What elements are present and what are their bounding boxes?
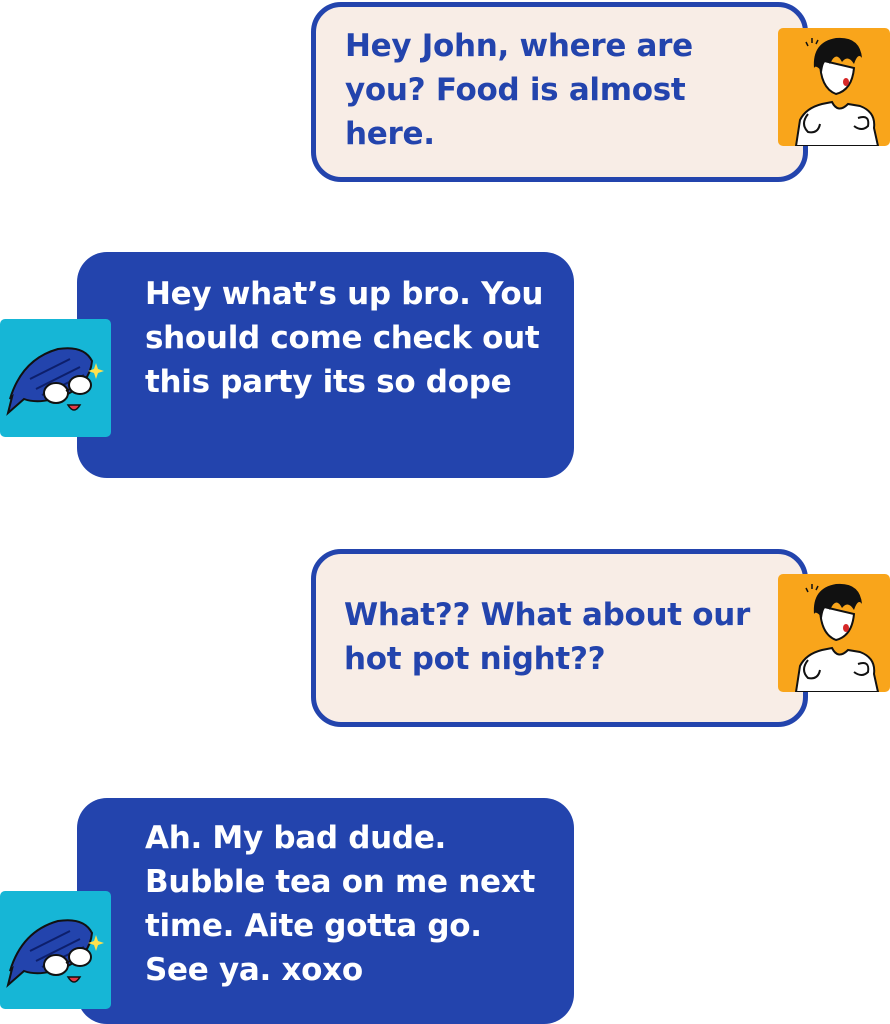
- message-text: Ah. My bad dude. Bubble tea on me next t…: [145, 820, 535, 988]
- chat-bubble-incoming: Hey what’s up bro. You should come check…: [77, 252, 574, 478]
- chat-bubble-outgoing: What?? What about our hot pot night??: [311, 549, 808, 727]
- fish-sunglasses-avatar-icon: [0, 319, 111, 437]
- person-avatar-icon-graphic: [778, 574, 890, 692]
- message-text: Hey John, where are you? Food is almost …: [345, 28, 693, 152]
- chat-bubble-incoming: Ah. My bad dude. Bubble tea on me next t…: [77, 798, 574, 1024]
- fish-sunglasses-avatar-icon: [0, 891, 111, 1009]
- person-avatar-icon: [778, 574, 890, 692]
- person-avatar-icon: [778, 28, 890, 146]
- chat-bubble-outgoing: Hey John, where are you? Food is almost …: [311, 2, 808, 182]
- fish-sunglasses-avatar-icon-graphic: [0, 319, 111, 437]
- fish-sunglasses-avatar-icon-graphic: [0, 891, 111, 1009]
- person-avatar-icon-graphic: [778, 28, 890, 146]
- message-text: Hey what’s up bro. You should come check…: [145, 276, 544, 400]
- message-text: What?? What about our hot pot night??: [344, 597, 750, 677]
